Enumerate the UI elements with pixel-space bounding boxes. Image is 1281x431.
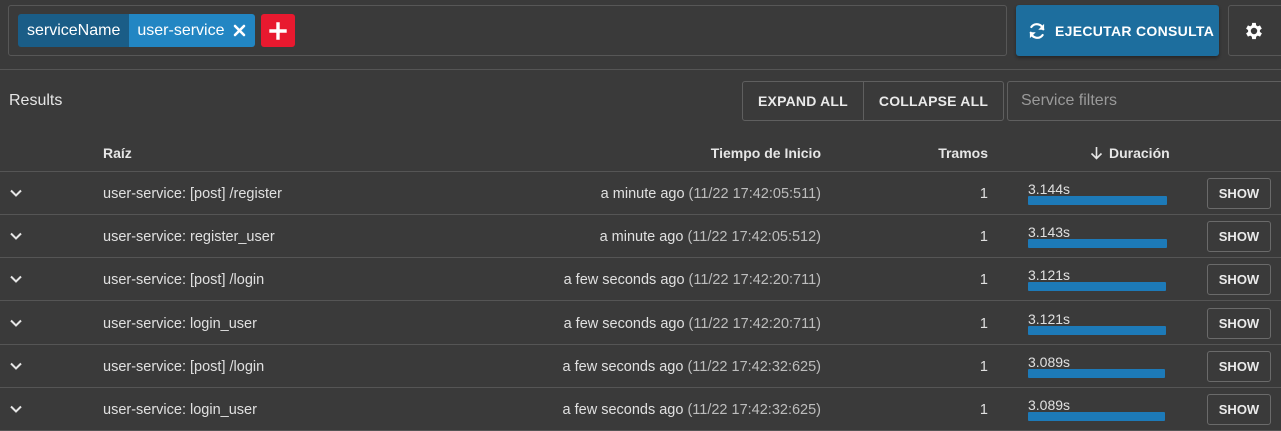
trace-relative-time: a minute ago bbox=[599, 229, 684, 246]
table-header: Raíz Tiempo de Inicio Tramos Duración bbox=[0, 131, 1281, 172]
column-header-start[interactable]: Tiempo de Inicio bbox=[711, 145, 821, 161]
trace-duration: 3.089s bbox=[1028, 353, 1071, 370]
trace-duration: 3.121s bbox=[1028, 267, 1071, 284]
trace-start-time: a few seconds ago (11/22 17:42:20:711) bbox=[564, 272, 821, 288]
filter-chip-value: user-service bbox=[129, 14, 255, 47]
trace-span-count: 1 bbox=[979, 358, 988, 375]
trace-span-count: 1 bbox=[979, 186, 988, 202]
duration-bar-track bbox=[1028, 282, 1168, 292]
settings-button[interactable] bbox=[1228, 5, 1281, 56]
duration-bar bbox=[1028, 412, 1165, 421]
table-row[interactable]: user-service: register_user a minute ago(… bbox=[0, 215, 1281, 259]
trace-relative-time: a few seconds ago bbox=[563, 315, 685, 332]
show-trace-button[interactable]: SHOW bbox=[1207, 307, 1271, 339]
show-trace-button[interactable]: SHOW bbox=[1207, 394, 1271, 425]
duration-bar bbox=[1028, 282, 1166, 292]
table-row[interactable]: user-service: [post] /register a minute a… bbox=[0, 172, 1281, 215]
duration-bar-track bbox=[1028, 325, 1168, 335]
duration-bar-track bbox=[1028, 368, 1168, 378]
duration-bar bbox=[1028, 325, 1166, 335]
trace-relative-time: a few seconds ago bbox=[562, 402, 684, 418]
run-query-label: EJECUTAR CONSULTA bbox=[1055, 22, 1215, 39]
trace-root: user-service: [post] /register bbox=[103, 186, 282, 202]
collapse-all-button[interactable]: COLLAPSE ALL bbox=[862, 82, 1003, 120]
duration-bar bbox=[1028, 196, 1167, 205]
trace-timestamp: (11/22 17:42:20:711) bbox=[688, 315, 821, 332]
chevron-down-icon[interactable] bbox=[9, 402, 23, 420]
trace-start-time: a few seconds ago (11/22 17:42:20:711) bbox=[564, 316, 821, 332]
trace-start-time: a few seconds ago (11/22 17:42:32:625) bbox=[563, 359, 821, 375]
trace-timestamp: (11/22 17:42:32:625) bbox=[687, 402, 821, 418]
filter-chip[interactable]: serviceName user-service bbox=[18, 14, 255, 47]
trace-timestamp: (11/22 17:42:05:511) bbox=[688, 186, 821, 202]
trace-root: user-service: [post] /login bbox=[103, 272, 265, 289]
duration-bar bbox=[1028, 368, 1165, 378]
trace-duration: 3.121s bbox=[1028, 310, 1071, 327]
close-icon[interactable] bbox=[229, 14, 251, 47]
trace-root: user-service: login_user bbox=[103, 315, 257, 332]
duration-bar-track bbox=[1028, 412, 1168, 421]
column-header-duration-label: Duración bbox=[1109, 145, 1170, 161]
trace-relative-time: a few seconds ago bbox=[562, 358, 684, 375]
trace-span-count: 1 bbox=[979, 315, 988, 332]
trace-duration: 3.089s bbox=[1028, 397, 1071, 413]
results-title: Results bbox=[9, 92, 63, 109]
service-filter-input[interactable]: Service filters bbox=[1007, 81, 1281, 121]
top-bar: serviceName user-service EJECUTAR CONSUL… bbox=[0, 0, 1281, 70]
trace-root: user-service: register_user bbox=[103, 229, 275, 246]
trace-start-time: a few seconds ago (11/22 17:42:32:625) bbox=[563, 402, 821, 418]
trace-relative-time: a few seconds ago bbox=[563, 272, 685, 289]
trace-duration: 3.144s bbox=[1028, 181, 1071, 197]
column-header-duration[interactable]: Duración bbox=[1090, 145, 1170, 161]
duration-bar-track bbox=[1028, 239, 1168, 249]
arrow-down-icon bbox=[1090, 147, 1103, 160]
expand-collapse-group: EXPAND ALL COLLAPSE ALL bbox=[742, 81, 1005, 121]
chevron-down-icon[interactable] bbox=[9, 359, 23, 377]
table-row[interactable]: user-service: [post] /login a few seconds… bbox=[0, 345, 1281, 388]
filter-chip-key: serviceName bbox=[18, 14, 130, 47]
trace-root: user-service: [post] /login bbox=[103, 358, 265, 375]
table-row[interactable]: user-service: login_user a few seconds ag… bbox=[0, 388, 1281, 431]
query-input[interactable]: serviceName user-service bbox=[8, 5, 1007, 56]
trace-span-count: 1 bbox=[979, 402, 988, 418]
chevron-down-icon[interactable] bbox=[9, 229, 23, 247]
refresh-icon bbox=[1029, 22, 1045, 39]
trace-start-time: a minute ago (11/22 17:42:05:511) bbox=[601, 186, 821, 202]
trace-timestamp: (11/22 17:42:20:711) bbox=[688, 272, 821, 289]
duration-bar-track bbox=[1028, 196, 1168, 205]
plus-icon bbox=[269, 21, 287, 40]
chevron-down-icon[interactable] bbox=[9, 272, 23, 290]
table-row[interactable]: user-service: login_user a few seconds ag… bbox=[0, 302, 1281, 345]
trace-span-count: 1 bbox=[979, 272, 988, 289]
show-trace-button[interactable]: SHOW bbox=[1207, 264, 1271, 296]
column-header-spans[interactable]: Tramos bbox=[938, 145, 988, 161]
trace-start-time: a minute ago (11/22 17:42:05:512) bbox=[600, 229, 821, 245]
trace-root: user-service: login_user bbox=[103, 402, 257, 418]
gear-icon bbox=[1246, 22, 1262, 39]
trace-duration: 3.143s bbox=[1028, 224, 1071, 241]
trace-span-count: 1 bbox=[979, 229, 988, 246]
expand-all-button[interactable]: EXPAND ALL bbox=[743, 82, 863, 120]
show-trace-button[interactable]: SHOW bbox=[1207, 350, 1271, 382]
show-trace-button[interactable]: SHOW bbox=[1207, 221, 1271, 253]
run-query-button[interactable]: EJECUTAR CONSULTA bbox=[1016, 5, 1219, 56]
duration-bar bbox=[1028, 239, 1167, 249]
table-row[interactable]: user-service: [post] /login a few seconds… bbox=[0, 258, 1281, 302]
filter-chip-value-label: user-service bbox=[137, 22, 225, 39]
column-header-root[interactable]: Raíz bbox=[103, 145, 132, 161]
add-filter-button[interactable] bbox=[261, 14, 295, 47]
chevron-down-icon[interactable] bbox=[9, 316, 23, 334]
trace-relative-time: a minute ago bbox=[600, 186, 685, 202]
show-trace-button[interactable]: SHOW bbox=[1207, 178, 1271, 209]
chevron-down-icon[interactable] bbox=[9, 186, 23, 204]
trace-timestamp: (11/22 17:42:05:512) bbox=[687, 229, 821, 246]
trace-timestamp: (11/22 17:42:32:625) bbox=[687, 358, 821, 375]
